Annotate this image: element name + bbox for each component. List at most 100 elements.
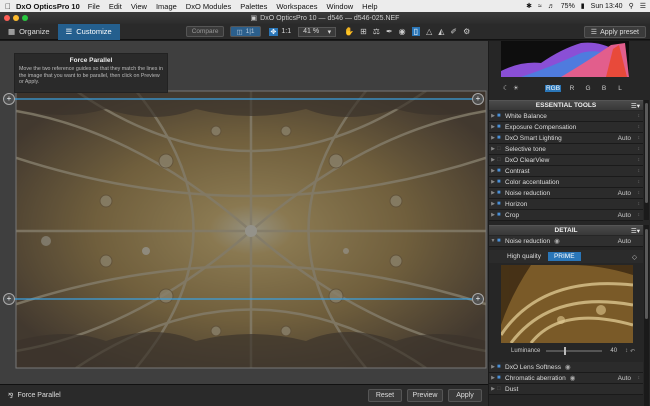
detail-scroll-thumb[interactable]	[645, 229, 648, 319]
apply-preset-button[interactable]: ☰ Apply preset	[583, 26, 646, 38]
apple-icon[interactable]: 	[0, 2, 16, 11]
expand-arrow-icon[interactable]: ▶	[489, 168, 497, 174]
eye-hidden-icon[interactable]: ◉	[554, 237, 560, 245]
high-quality-option[interactable]: High quality	[507, 253, 541, 260]
channel-rgb[interactable]: RGB	[545, 84, 561, 92]
menu-window[interactable]: Window	[326, 2, 353, 11]
luminance-value[interactable]: 40	[610, 348, 617, 354]
channel-l[interactable]: L	[613, 85, 627, 92]
wifi-icon[interactable]: ≈	[538, 3, 542, 10]
menu-dxo-modules[interactable]: DxO Modules	[186, 2, 231, 11]
channel-g[interactable]: G	[581, 85, 595, 92]
menu-view[interactable]: View	[131, 2, 147, 11]
crop-icon[interactable]: ⊞	[360, 27, 367, 36]
enabled-icon[interactable]: ■	[497, 212, 505, 218]
expand-arrow-icon[interactable]: ▶	[489, 364, 497, 370]
tool-options-icon[interactable]: ↕	[638, 135, 641, 141]
luminance-slider[interactable]	[546, 347, 603, 355]
eye-hidden-icon[interactable]: ◉	[570, 374, 576, 382]
zoom-select[interactable]: 41 % ▾	[298, 26, 337, 37]
tool-options-icon[interactable]: ↕	[638, 157, 641, 163]
preview-button[interactable]: Preview	[407, 389, 443, 402]
enabled-icon[interactable]: ■	[497, 113, 505, 119]
sun-icon[interactable]: ☀	[513, 84, 523, 92]
channel-b[interactable]: B	[597, 85, 611, 92]
tool-color-accentuation[interactable]: ▶ ■ Color accentuation ↕	[489, 177, 643, 188]
panel-menu-icon[interactable]: ☰▾	[631, 227, 640, 235]
noise-preview-thumbnail[interactable]	[501, 265, 633, 343]
enabled-icon[interactable]: ■	[497, 375, 505, 381]
enabled-icon[interactable]: ■	[497, 364, 505, 370]
settings-icon[interactable]: ⚙	[463, 27, 470, 36]
split-view-button[interactable]: ◫ 1|1	[230, 26, 261, 37]
repair-brush-icon[interactable]: ✐	[450, 27, 457, 36]
tool-white-balance[interactable]: ▶ ■ White Balance ↕	[489, 111, 643, 122]
enabled-icon[interactable]: ■	[497, 179, 505, 185]
tool-options-icon[interactable]: ↕	[638, 212, 641, 218]
expand-arrow-icon[interactable]: ▶	[489, 124, 497, 130]
expand-arrow-icon[interactable]: ▶	[489, 179, 497, 185]
menu-workspaces[interactable]: Workspaces	[276, 2, 317, 11]
tool-options-icon[interactable]: ↕	[638, 124, 641, 130]
enabled-icon[interactable]: ■	[497, 201, 505, 207]
notification-center-icon[interactable]: ☰	[640, 2, 646, 10]
close-window-button[interactable]	[4, 15, 10, 21]
white-balance-picker-icon[interactable]: ✒	[386, 27, 393, 36]
essential-tools-header[interactable]: ESSENTIAL TOOLS ☰▾	[489, 100, 643, 110]
tool-exposure-compensation[interactable]: ▶ ■ Exposure Compensation ↕	[489, 122, 643, 133]
expand-arrow-icon[interactable]: ▶	[489, 157, 497, 163]
detail-noise-reduction[interactable]: ▼ ■ Noise reduction ◉ Auto	[489, 236, 643, 247]
force-rectangular-icon[interactable]: △	[426, 27, 432, 36]
disabled-icon[interactable]: □	[497, 146, 505, 152]
tool-noise-reduction[interactable]: ▶ ■ Noise reduction Auto ↕	[489, 188, 643, 199]
menu-edit[interactable]: Edit	[109, 2, 122, 11]
app-menu[interactable]: DxO OpticsPro 10	[16, 2, 80, 11]
tool-chromatic-aberration[interactable]: ▶ ■ Chromatic aberration ◉ Auto ↕	[489, 373, 643, 384]
tool-options-icon[interactable]: ↕	[638, 375, 641, 381]
move-icon[interactable]: ✥	[268, 27, 279, 36]
collapse-arrow-icon[interactable]: ▼	[489, 238, 497, 244]
tool-smart-lighting[interactable]: ▶ ■ DxO Smart Lighting Auto ↕	[489, 133, 643, 144]
tool-options-icon[interactable]: ↕	[638, 168, 641, 174]
disabled-icon[interactable]: □	[497, 157, 505, 163]
image-viewer[interactable]: + + + + Force Parallel Move the two refe…	[0, 41, 488, 384]
guide-handle-top-left[interactable]: +	[3, 93, 15, 105]
clock[interactable]: Sun 13:40	[591, 3, 623, 10]
tool-horizon[interactable]: ▶ ■ Horizon ↕	[489, 199, 643, 210]
disabled-icon[interactable]: □	[497, 386, 505, 392]
expand-arrow-icon[interactable]: ▶	[489, 135, 497, 141]
tool-options-icon[interactable]: ↕	[638, 179, 641, 185]
tool-lens-softness[interactable]: ▶ ■ DxO Lens Softness ◉	[489, 362, 643, 373]
eye-hidden-icon[interactable]: ◉	[565, 363, 571, 371]
red-eye-icon[interactable]: ◉	[399, 27, 406, 36]
expand-arrow-icon[interactable]: ▶	[489, 375, 497, 381]
reset-slider-icon[interactable]: ↶	[630, 348, 635, 355]
straighten-icon[interactable]: ⚖	[373, 27, 380, 36]
tool-options-icon[interactable]: ↕	[638, 190, 641, 196]
volume-icon[interactable]: ♬	[548, 3, 555, 10]
luminance-stepper[interactable]: ↕	[625, 348, 628, 354]
diamond-icon[interactable]: ◇	[632, 253, 637, 261]
zoom-window-button[interactable]	[22, 15, 28, 21]
guide-handle-top-right[interactable]: +	[472, 93, 484, 105]
tab-customize[interactable]: ☰ Customize	[57, 23, 120, 40]
bluetooth-icon[interactable]: ✱	[526, 2, 532, 10]
enabled-icon[interactable]: ■	[497, 124, 505, 130]
guide-handle-bottom-right[interactable]: +	[472, 293, 484, 305]
expand-arrow-icon[interactable]: ▶	[489, 146, 497, 152]
moon-icon[interactable]: ☾	[503, 84, 513, 92]
enabled-icon[interactable]: ■	[497, 135, 505, 141]
menu-palettes[interactable]: Palettes	[240, 2, 267, 11]
tool-options-icon[interactable]: ↕	[638, 113, 641, 119]
expand-arrow-icon[interactable]: ▶	[489, 113, 497, 119]
tool-selective-tone[interactable]: ▶ □ Selective tone ↕	[489, 144, 643, 155]
expand-arrow-icon[interactable]: ▶	[489, 212, 497, 218]
tool-clearview[interactable]: ▶ □ DxO ClearView ↕	[489, 155, 643, 166]
hand-icon[interactable]: ✋	[344, 27, 354, 36]
panel-menu-icon[interactable]: ☰▾	[631, 102, 640, 110]
tool-options-icon[interactable]: ↕	[638, 146, 641, 152]
prime-option[interactable]: PRIME	[547, 252, 581, 261]
compare-button[interactable]: Compare	[185, 26, 225, 37]
tab-organize[interactable]: ▦ Organize	[0, 24, 58, 40]
luminance-slider-handle[interactable]	[564, 347, 567, 355]
